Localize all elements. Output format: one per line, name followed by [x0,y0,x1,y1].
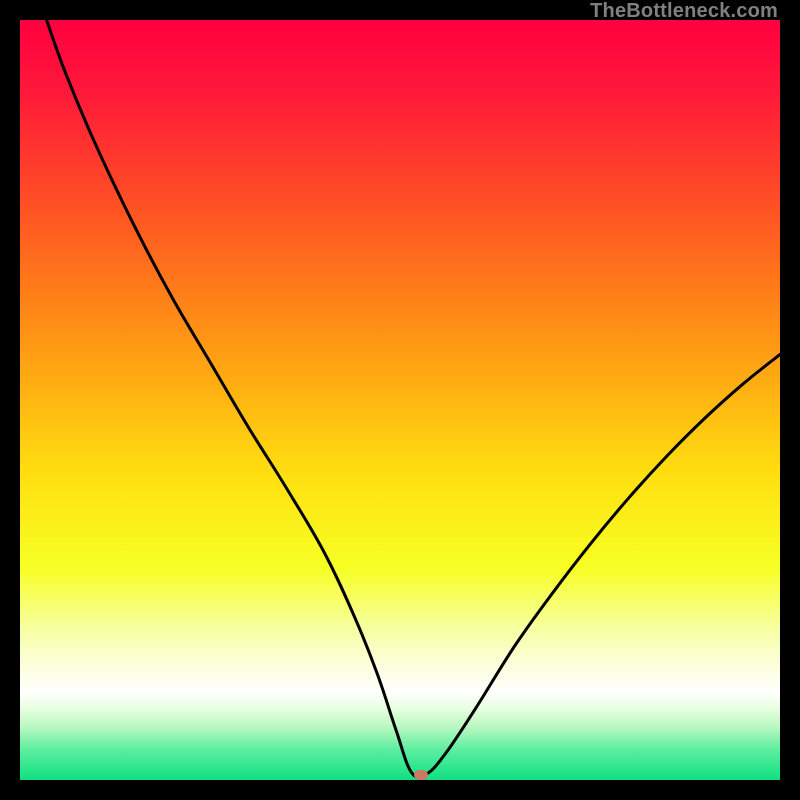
chart-frame: TheBottleneck.com [0,0,800,800]
bottleneck-curve [20,20,780,780]
optimum-marker [414,770,428,780]
plot-area [20,20,780,780]
